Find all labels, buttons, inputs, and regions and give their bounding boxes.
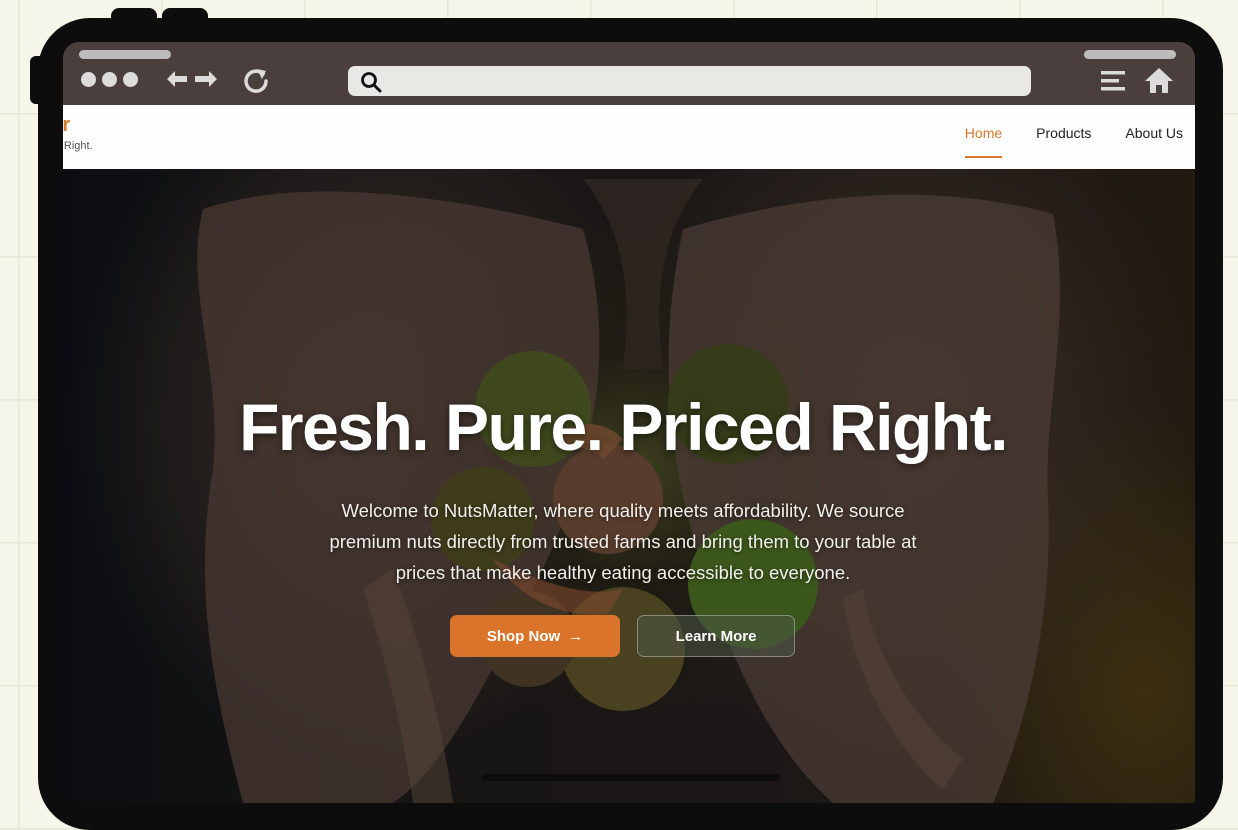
nav-link-about-us[interactable]: About Us (1125, 125, 1183, 151)
address-bar[interactable] (348, 66, 1031, 96)
home-icon[interactable] (1144, 66, 1174, 94)
hero-headline: Fresh. Pure. Priced Right. (239, 390, 1008, 464)
site-navbar: tter riced Right. Home Products About Us (63, 105, 1195, 169)
browser-screen: tter riced Right. Home Products About Us (63, 42, 1195, 803)
brand-name: tter (63, 114, 71, 136)
hero-section: Fresh. Pure. Priced Right. Welcome to Nu… (63, 169, 1195, 803)
nav-links: Home Products About Us (964, 125, 1183, 158)
shop-now-button[interactable]: Shop Now → (450, 615, 620, 657)
search-icon (361, 72, 382, 93)
browser-toolbar (63, 42, 1195, 105)
home-indicator[interactable] (482, 774, 780, 781)
learn-more-label: Learn More (675, 627, 757, 645)
back-forward-arrows-icon[interactable] (165, 66, 219, 92)
menu-icon[interactable] (1100, 68, 1126, 94)
window-dot (123, 72, 138, 87)
hero-overlay (63, 169, 1195, 803)
hero-description-line: premium nuts directly from trusted farms… (329, 531, 917, 552)
window-dots-icon[interactable] (81, 72, 138, 87)
shop-now-label: Shop Now (486, 627, 561, 645)
window-dot (81, 72, 96, 87)
hero-description-line: Welcome to NutsMatter, where quality mee… (341, 500, 905, 521)
brand-tagline: riced Right. (63, 140, 93, 152)
reload-icon[interactable] (241, 65, 271, 95)
website-viewport: tter riced Right. Home Products About Us (63, 105, 1195, 803)
learn-more-button[interactable]: Learn More (637, 615, 795, 657)
hero-description-line: prices that make healthy eating accessib… (395, 562, 851, 583)
toolbar-pill-right (1084, 50, 1176, 59)
hero-description: Welcome to NutsMatter, where quality mee… (273, 495, 973, 588)
nav-link-products[interactable]: Products (1036, 125, 1091, 151)
nav-link-home[interactable]: Home (964, 125, 1003, 158)
toolbar-pill-left (79, 50, 171, 59)
brand-logo[interactable]: tter riced Right. (63, 114, 93, 152)
window-dot (102, 72, 117, 87)
arrow-right-icon: → (568, 627, 584, 645)
